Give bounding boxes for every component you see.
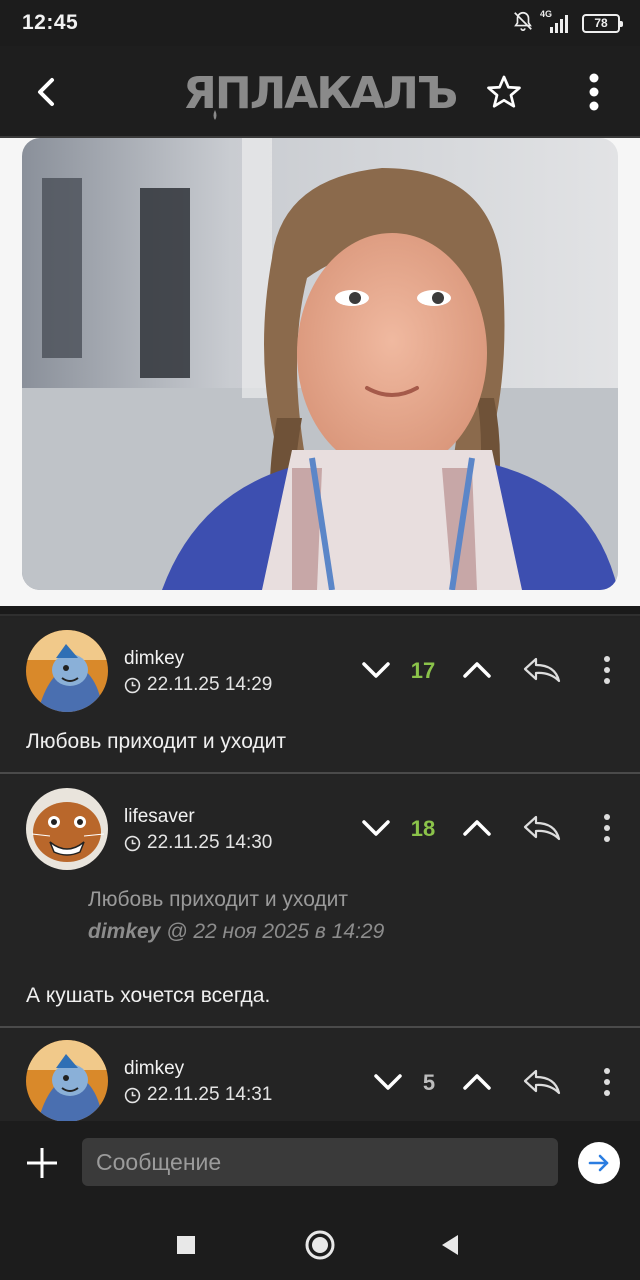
comment-score: 17: [410, 658, 436, 683]
reply-button[interactable]: [520, 806, 564, 850]
system-back-button[interactable]: [428, 1223, 472, 1267]
reply-icon: [523, 657, 561, 683]
message-composer: [0, 1121, 640, 1207]
post-divider: [0, 606, 640, 616]
status-icons: 4G 78: [512, 9, 623, 37]
comment: dimkey 22.11.25 14:29 17 Любовь приходит…: [0, 618, 640, 774]
chevron-down-icon: [374, 1074, 402, 1090]
network-type: 4G: [540, 9, 553, 19]
chevron-down-icon: [362, 820, 390, 836]
status-time: 12:45: [22, 11, 79, 34]
vote-up-button[interactable]: [455, 1060, 499, 1104]
comment-score: 5: [422, 1070, 436, 1095]
post-photo[interactable]: [22, 138, 618, 590]
attach-button[interactable]: [20, 1141, 64, 1185]
system-nav-bar: [0, 1207, 640, 1280]
quote-meta: dimkey @ 22 ноя 2025 в 14:29: [88, 920, 384, 944]
chevron-up-icon: [463, 662, 491, 678]
triangle-back-icon: [442, 1235, 458, 1255]
comment-text: А кушать хочется всегда.: [26, 984, 271, 1007]
avatar[interactable]: [26, 630, 108, 712]
back-button[interactable]: [22, 68, 70, 116]
arrow-right-icon: [588, 1154, 609, 1172]
timestamp-text: 22.11.25 14:30: [147, 832, 273, 853]
comment-score: 18: [410, 816, 436, 841]
signal-icon: 4G: [540, 9, 574, 33]
logo-text: ЯПЛАКАЛЪ: [183, 68, 457, 119]
comment: lifesaver 22.11.25 14:30 18 Любовь прихо…: [0, 776, 640, 1028]
recents-button[interactable]: [164, 1223, 208, 1267]
message-input[interactable]: [82, 1138, 558, 1186]
vote-down-button[interactable]: [366, 1060, 410, 1104]
timestamp-text: 22.11.25 14:31: [147, 1084, 273, 1105]
post-image-area: [0, 138, 640, 608]
clock-icon: [124, 835, 141, 851]
quote-date: @ 22 ноя 2025 в 14:29: [160, 920, 385, 943]
site-logo[interactable]: ЯПЛАКАЛЪ: [183, 64, 459, 122]
home-circle-icon: [305, 1230, 335, 1260]
comment-more-button[interactable]: [585, 806, 629, 850]
more-vertical-icon: [604, 656, 610, 684]
plus-icon: [27, 1148, 57, 1178]
quote-text: Любовь приходит и уходит: [88, 888, 349, 911]
chevron-up-icon: [463, 1074, 491, 1090]
comment-username[interactable]: dimkey: [124, 1058, 184, 1080]
app-bar: ЯПЛАКАЛЪ: [0, 46, 640, 138]
more-vertical-icon: [589, 73, 599, 111]
vote-up-button[interactable]: [455, 648, 499, 692]
reply-button[interactable]: [520, 648, 564, 692]
reply-icon: [523, 1069, 561, 1095]
vote-down-button[interactable]: [354, 806, 398, 850]
comment: dimkey 22.11.25 14:31 5: [0, 1030, 640, 1121]
chevron-down-icon: [362, 662, 390, 678]
comment-timestamp: 22.11.25 14:30: [124, 832, 272, 854]
comment-timestamp: 22.11.25 14:29: [124, 674, 272, 696]
more-vertical-icon: [604, 1068, 610, 1096]
more-vertical-icon: [604, 814, 610, 842]
comment-timestamp: 22.11.25 14:31: [124, 1084, 272, 1106]
reply-icon: [523, 815, 561, 841]
vote-down-button[interactable]: [354, 648, 398, 692]
reply-button[interactable]: [520, 1060, 564, 1104]
comment-username[interactable]: dimkey: [124, 648, 184, 670]
clock-icon: [124, 1087, 141, 1103]
status-bar: 12:45 4G 78: [0, 0, 640, 46]
send-button[interactable]: [578, 1142, 620, 1184]
vote-up-button[interactable]: [455, 806, 499, 850]
back-arrow-icon: [38, 78, 54, 106]
avatar[interactable]: [26, 788, 108, 870]
favorite-button[interactable]: [480, 68, 528, 116]
avatar[interactable]: [26, 1040, 108, 1121]
more-menu-button[interactable]: [570, 68, 618, 116]
timestamp-text: 22.11.25 14:29: [147, 674, 273, 695]
comment-text: Любовь приходит и уходит: [26, 730, 287, 753]
home-button[interactable]: [298, 1223, 342, 1267]
comment-more-button[interactable]: [585, 1060, 629, 1104]
quote-author[interactable]: dimkey: [88, 920, 160, 943]
comment-username[interactable]: lifesaver: [124, 806, 195, 828]
square-icon: [177, 1236, 195, 1254]
clock-icon: [124, 677, 141, 693]
mute-bell-icon: [512, 10, 534, 37]
battery-icon: 78: [582, 13, 623, 33]
chevron-up-icon: [463, 820, 491, 836]
star-icon: [487, 75, 521, 108]
comment-more-button[interactable]: [585, 648, 629, 692]
